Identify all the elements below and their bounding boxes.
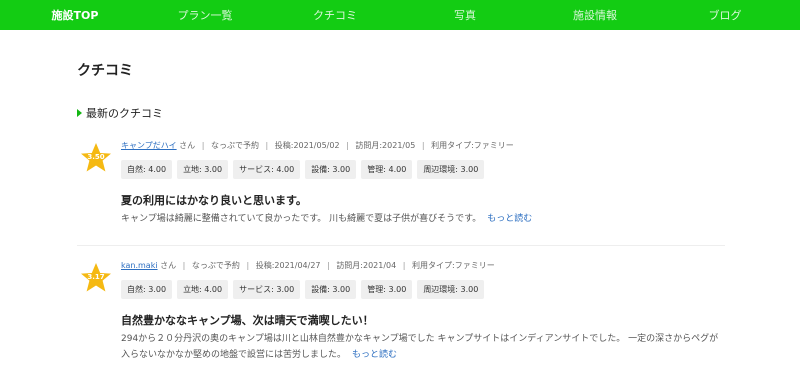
nav-facility-info[interactable]: 施設情報 <box>540 7 650 23</box>
triangle-bullet-icon <box>77 109 82 117</box>
separator: | <box>182 261 186 270</box>
nav-blog[interactable]: ブログ <box>670 7 780 23</box>
visit-month: 訪問月:2021/05 <box>355 141 416 150</box>
rating-chips: 自然: 3.00 立地: 4.00 サービス: 3.00 設備: 3.00 管理… <box>121 280 485 299</box>
rating-chips: 自然: 4.00 立地: 3.00 サービス: 4.00 設備: 3.00 管理… <box>121 160 485 179</box>
post-date: 投稿:2021/05/02 <box>274 141 340 150</box>
review-headline: 夏の利用にはかなり良いと思います。 <box>121 194 307 207</box>
section-title-label: 最新のクチコミ <box>86 107 163 120</box>
review-body: 294から２０分丹沢の奥のキャンプ場は川と山林自然豊かなキャンプ場でした キャン… <box>121 331 721 363</box>
review-text: 294から２０分丹沢の奥のキャンプ場は川と山林自然豊かなキャンプ場でした キャン… <box>121 334 719 360</box>
review-headline: 自然豊かななキャンプ場、次は晴天で満喫したい！ <box>121 314 374 327</box>
rating-star-badge: 3.17 <box>80 262 112 294</box>
review-item: 3.50 キャンプだハイ さん | なっぷで予約 | 投稿:2021/05/02… <box>77 136 725 246</box>
separator: | <box>246 261 250 270</box>
booking-source: なっぷで予約 <box>210 141 259 150</box>
rating-chip-service: サービス: 3.00 <box>233 280 301 299</box>
section-title: 最新のクチコミ <box>77 105 163 121</box>
author-link[interactable]: キャンプだハイ <box>121 141 177 150</box>
visit-month: 訪問月:2021/04 <box>336 261 397 270</box>
rating-star-badge: 3.50 <box>80 142 112 174</box>
separator: | <box>201 141 205 150</box>
nav-photos[interactable]: 写真 <box>410 7 520 23</box>
usage-type: 利用タイプ:ファミリー <box>431 141 514 150</box>
review-meta: kan.maki さん | なっぷで予約 | 投稿:2021/04/27 | 訪… <box>121 260 495 271</box>
nav-facility-top[interactable]: 施設TOP <box>20 7 130 23</box>
rating-chip-nature: 自然: 3.00 <box>121 280 173 299</box>
rating-score: 3.50 <box>87 153 105 161</box>
review-body: キャンプ場は綺麗に整備されていて良かったです。 川も綺麗で夏は子供が喜びそうです… <box>121 211 721 227</box>
rating-chip-facilities: 設備: 3.00 <box>305 280 357 299</box>
nav-reviews[interactable]: クチコミ <box>280 7 390 23</box>
usage-type: 利用タイプ:ファミリー <box>412 261 495 270</box>
rating-chip-facilities: 設備: 3.00 <box>305 160 357 179</box>
separator: | <box>346 141 349 150</box>
rating-chip-location: 立地: 4.00 <box>177 280 229 299</box>
separator: | <box>327 261 330 270</box>
read-more-link[interactable]: もっと読む <box>352 350 397 360</box>
page-title: クチコミ <box>77 63 133 79</box>
honorific: さん <box>179 141 196 150</box>
review-meta: キャンプだハイ さん | なっぷで予約 | 投稿:2021/05/02 | 訪問… <box>121 140 514 151</box>
nav-plan-list[interactable]: プラン一覧 <box>150 7 260 23</box>
rating-score: 3.17 <box>87 273 105 281</box>
read-more-link[interactable]: もっと読む <box>487 214 532 224</box>
rating-chip-surroundings: 周辺環境: 3.00 <box>417 160 485 179</box>
rating-chip-service: サービス: 4.00 <box>233 160 301 179</box>
rating-chip-surroundings: 周辺環境: 3.00 <box>417 280 485 299</box>
review-text: キャンプ場は綺麗に整備されていて良かったです。 川も綺麗で夏は子供が喜びそうです… <box>121 214 482 224</box>
separator: | <box>421 141 425 150</box>
rating-chip-management: 管理: 4.00 <box>361 160 413 179</box>
author-link[interactable]: kan.maki <box>121 261 158 270</box>
separator: | <box>265 141 269 150</box>
top-nav: 施設TOP プラン一覧 クチコミ 写真 施設情報 ブログ <box>0 0 800 30</box>
rating-chip-management: 管理: 3.00 <box>361 280 413 299</box>
separator: | <box>402 261 406 270</box>
rating-chip-nature: 自然: 4.00 <box>121 160 173 179</box>
review-item: 3.17 kan.maki さん | なっぷで予約 | 投稿:2021/04/2… <box>77 256 725 366</box>
honorific: さん <box>160 261 177 270</box>
rating-chip-location: 立地: 3.00 <box>177 160 229 179</box>
post-date: 投稿:2021/04/27 <box>255 261 321 270</box>
booking-source: なっぷで予約 <box>191 261 240 270</box>
